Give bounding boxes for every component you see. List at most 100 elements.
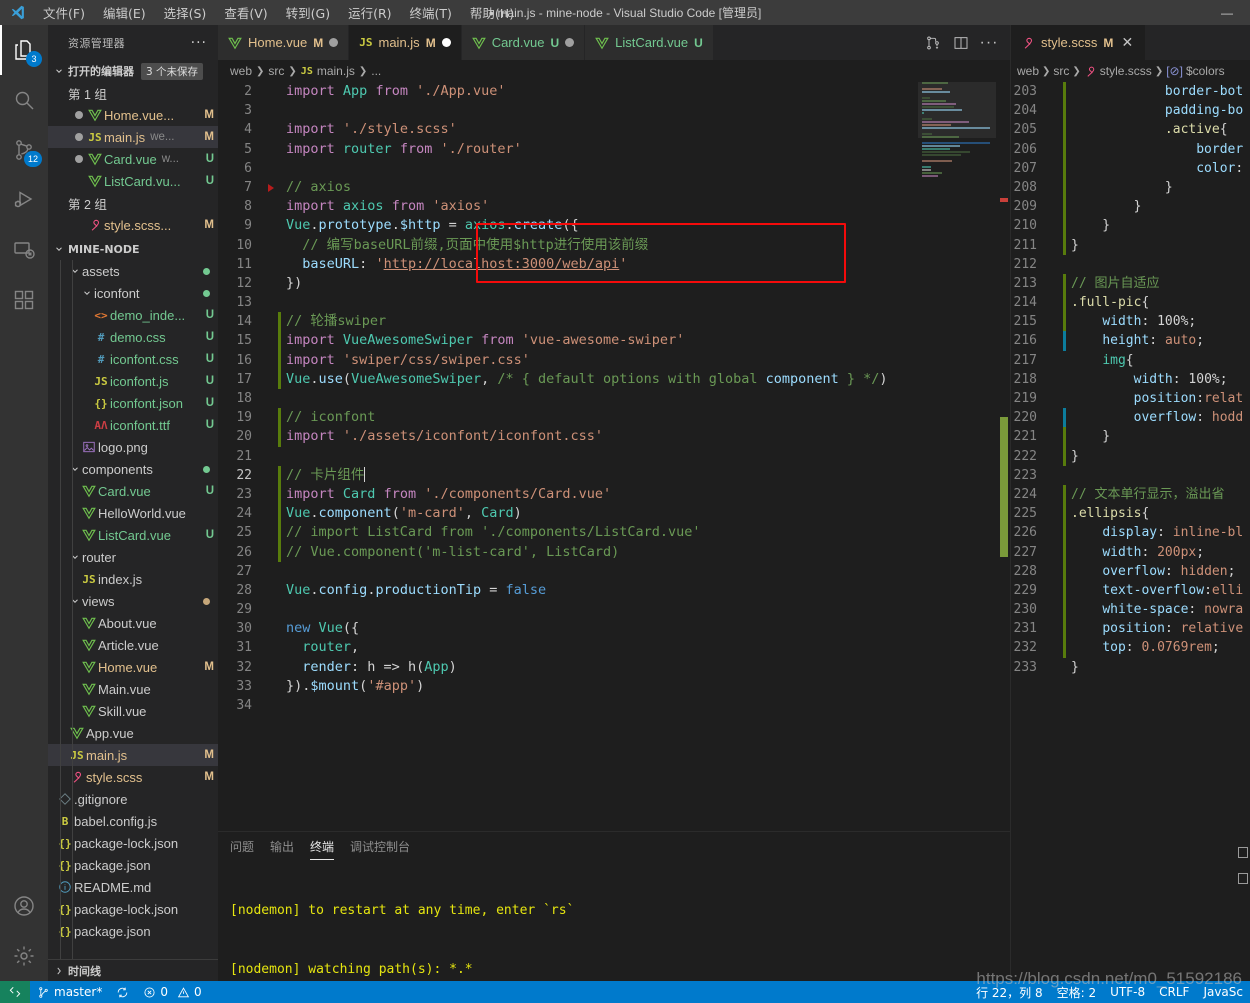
activity-source-control-icon[interactable]: 12 — [0, 125, 48, 175]
code-line[interactable]: 208 } — [1011, 177, 1250, 198]
code-line[interactable]: 3 — [218, 101, 1010, 120]
tree-file-package.json[interactable]: {} package.json — [48, 854, 218, 876]
code-line[interactable]: 18 — [218, 389, 1010, 408]
activity-explorer-icon[interactable]: 3 — [0, 25, 48, 75]
code-line[interactable]: 217 img{ — [1011, 351, 1250, 370]
open-changes-icon[interactable] — [920, 25, 946, 60]
status-eol[interactable]: CRLF — [1152, 981, 1196, 1003]
explorer-more-actions-icon[interactable]: ··· — [191, 35, 210, 51]
breadcrumb-src[interactable]: src — [1053, 64, 1069, 78]
code-line[interactable]: 218 width: 100%; — [1011, 370, 1250, 389]
code-line[interactable]: 5 import router from './router' — [218, 140, 1010, 159]
code-line[interactable]: 203 border-bot — [1011, 82, 1250, 102]
more-actions-icon[interactable]: ··· — [976, 25, 1002, 60]
code-line[interactable]: 9 Vue.prototype.$http = axios.create({ — [218, 216, 1010, 235]
tree-file-Home.vue[interactable]: Home.vue M — [48, 656, 218, 678]
code-line[interactable]: 26 // Vue.component('m-list-card', ListCa… — [218, 542, 1010, 562]
code-line[interactable]: 221 } — [1011, 427, 1250, 447]
panel-close-icon[interactable] — [1238, 873, 1248, 884]
code-line[interactable]: 223 — [1011, 466, 1250, 485]
tab-style-scss[interactable]: style.scss M ✕ — [1011, 25, 1147, 60]
tree-file-iconfont.css[interactable]: # iconfont.css U — [48, 348, 218, 370]
tree-file-demo.css[interactable]: # demo.css U — [48, 326, 218, 348]
code-line[interactable]: 21 — [218, 447, 1010, 466]
panel-tab-debug-console[interactable]: 调试控制台 — [350, 838, 410, 860]
tab-dirty-icon[interactable] — [565, 38, 575, 47]
activity-extensions-icon[interactable] — [0, 275, 48, 325]
code-line[interactable]: 215 width: 100%; — [1011, 312, 1250, 332]
minimap[interactable] — [918, 82, 996, 831]
open-editor-style-scss[interactable]: style.scss... M — [48, 214, 218, 236]
editor-tab-actions[interactable]: ··· — [920, 25, 1010, 60]
tree-file-package-lock.json[interactable]: {} package-lock.json — [48, 832, 218, 854]
code-line[interactable]: 28 Vue.config.productionTip = false — [218, 581, 1010, 600]
menu-run[interactable]: 运行(R) — [339, 0, 400, 25]
code-line[interactable]: 10 // 编写baseURL前缀,页面中使用$http进行使用该前缀 — [218, 236, 1010, 255]
open-editors-group-1[interactable]: 第 1 组 — [48, 82, 218, 104]
open-editor-listcard-vue[interactable]: ListCard.vu... U — [48, 170, 218, 192]
code-line[interactable]: 34 — [218, 696, 1010, 715]
editor-tab-bar[interactable]: Home.vue M JS main.js M Card.vue U ListC… — [218, 25, 1010, 60]
tree-file-logo.png[interactable]: logo.png — [48, 436, 218, 458]
code-line[interactable]: 17 Vue.use(VueAwesomeSwiper, /* { default… — [218, 369, 1010, 390]
split-editor-icon[interactable] — [948, 25, 974, 60]
panel-tab-problems[interactable]: 问题 — [230, 838, 254, 860]
status-problems[interactable]: 0 0 — [136, 981, 208, 1003]
tab-dirty-icon[interactable] — [329, 38, 339, 47]
tab-dirty-icon[interactable] — [441, 38, 451, 47]
open-editors-section-header[interactable]: 打开的编辑器 3 个未保存 — [48, 60, 218, 82]
code-line[interactable]: 14 // 轮播swiper — [218, 312, 1010, 332]
code-line[interactable]: 233} — [1011, 658, 1250, 677]
tree-file-README.md[interactable]: README.md — [48, 876, 218, 898]
panel-maximize-icon[interactable] — [1238, 847, 1248, 858]
status-language-mode[interactable]: JavaSc — [1196, 981, 1250, 1003]
breadcrumb-main-js[interactable]: main.js — [317, 64, 355, 78]
panel-tab-terminal[interactable]: 终端 — [310, 838, 335, 860]
tree-folder-views[interactable]: views — [48, 590, 218, 612]
code-line[interactable]: 29 — [218, 600, 1010, 619]
close-icon[interactable]: ✕ — [1119, 34, 1135, 51]
code-line[interactable]: 32 render: h => h(App) — [218, 658, 1010, 677]
tree-file-package.json[interactable]: {} package.json — [48, 920, 218, 942]
breadcrumb-web[interactable]: web — [1017, 64, 1039, 78]
code-line[interactable]: 6 — [218, 159, 1010, 178]
code-line[interactable]: 13 — [218, 293, 1010, 312]
window-controls[interactable]: — — [1204, 0, 1250, 25]
code-line[interactable]: 225 .ellipsis{ — [1011, 504, 1250, 524]
tree-folder-assets[interactable]: assets — [48, 260, 218, 282]
menu-terminal[interactable]: 终端(T) — [401, 0, 461, 25]
remote-indicator[interactable] — [0, 981, 30, 1003]
tree-file-.gitignore[interactable]: .gitignore — [48, 788, 218, 810]
code-line[interactable]: 23 import Card from './components/Card.vu… — [218, 484, 1010, 505]
code-content-2[interactable]: 203 border-bot 204 padding-bo 205 .active{… — [1011, 82, 1250, 831]
breadcrumb-symbol[interactable]: ... — [371, 64, 381, 78]
code-line[interactable]: 22 // 卡片组件 — [218, 465, 1010, 485]
breadcrumb-symbol[interactable]: $colors — [1186, 64, 1225, 78]
code-line[interactable]: 20 import './assets/iconfont/iconfont.css… — [218, 427, 1010, 447]
editor-vertical-scrollbar[interactable] — [996, 82, 1010, 831]
tab-listcard-vue[interactable]: ListCard.vue U — [585, 25, 714, 60]
breadcrumb-2[interactable]: web ❯ src ❯ style.scss ❯ [⊘] $colors — [1011, 60, 1250, 82]
breadcrumb-style-scss[interactable]: style.scss — [1100, 64, 1152, 78]
code-content[interactable]: 2 import App from './App.vue' 3 4 import './… — [218, 82, 1010, 831]
tree-file-ListCard.vue[interactable]: ListCard.vue U — [48, 524, 218, 546]
code-line[interactable]: 205 .active{ — [1011, 120, 1250, 140]
code-line[interactable]: 226 display: inline-bl — [1011, 523, 1250, 543]
breadcrumb[interactable]: web ❯ src ❯ JS main.js ❯ ... — [218, 60, 1010, 82]
tree-file-Card.vue[interactable]: Card.vue U — [48, 480, 218, 502]
code-editor-style-scss[interactable]: 203 border-bot 204 padding-bo 205 .active{… — [1011, 82, 1250, 831]
tree-file-main.js[interactable]: JS main.js M — [48, 744, 218, 766]
code-line[interactable]: 8 import axios from 'axios' — [218, 197, 1010, 216]
tree-file-package-lock.json[interactable]: {} package-lock.json — [48, 898, 218, 920]
code-line[interactable]: 213 // 图片自适应 — [1011, 273, 1250, 294]
code-line[interactable]: 204 padding-bo — [1011, 101, 1250, 121]
editor-tab-bar-2[interactable]: style.scss M ✕ — [1011, 25, 1250, 60]
tab-card-vue[interactable]: Card.vue U — [461, 25, 586, 60]
tree-file-Main.vue[interactable]: Main.vue — [48, 678, 218, 700]
tree-file-Skill.vue[interactable]: Skill.vue — [48, 700, 218, 722]
editor-2-vertical-scrollbar[interactable] — [1236, 82, 1250, 831]
tree-file-demo_inde...[interactable]: <> demo_inde... U — [48, 304, 218, 326]
code-line[interactable]: 231 position: relative — [1011, 619, 1250, 639]
menu-go[interactable]: 转到(G) — [277, 0, 339, 25]
file-tree[interactable]: assets iconfont <> demo_inde... U # demo.css U #… — [48, 260, 218, 959]
